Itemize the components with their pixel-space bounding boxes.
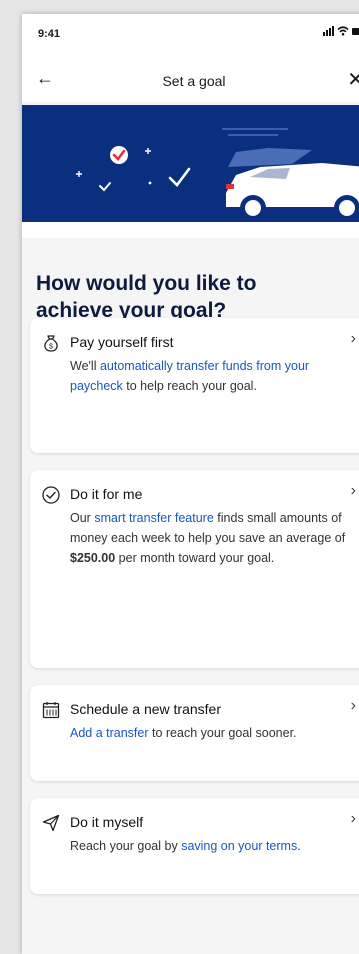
status-icons — [323, 26, 359, 36]
option-card-pay-yourself-first[interactable]: $ Pay yourself first We'll automatically… — [30, 318, 359, 453]
section-heading: How would you like to achieve your goal? — [36, 272, 257, 322]
nav-bar: ← Set a goal ✕ — [22, 58, 359, 102]
status-time: 9:41 — [38, 28, 61, 40]
card-title: Pay yourself first — [70, 334, 174, 350]
status-bar: 9:41 — [22, 14, 359, 58]
svg-text:$: $ — [49, 344, 53, 351]
smart-transfer-link[interactable]: smart transfer feature — [94, 511, 214, 525]
option-card-do-it-myself[interactable]: Do it myself Reach your goal by saving o… — [30, 798, 359, 894]
card-description: Add a transfer to reach your goal sooner… — [70, 723, 350, 743]
desc-text: to reach your goal sooner. — [148, 726, 297, 740]
check-circle-icon — [42, 486, 60, 504]
chevron-right-icon: › — [350, 697, 356, 714]
hero-banner — [22, 105, 359, 222]
option-card-do-it-for-me[interactable]: Do it for me Our smart transfer feature … — [30, 470, 359, 668]
card-title: Schedule a new transfer — [70, 701, 221, 717]
desc-text: to help reach your goal. — [122, 379, 257, 393]
card-title: Do it for me — [70, 486, 143, 502]
desc-text: per month toward your goal. — [115, 551, 275, 565]
battery-icon — [352, 28, 359, 35]
card-description: We'll automatically transfer funds from … — [70, 356, 350, 396]
calendar-icon — [42, 702, 60, 719]
car-goal-illustration — [76, 128, 359, 221]
add-transfer-link[interactable]: Add a transfer — [70, 726, 149, 740]
average-amount: $250.00 — [70, 551, 116, 565]
hero-divider — [22, 222, 359, 238]
page-title: Set a goal — [162, 73, 226, 89]
wifi-icon — [337, 26, 349, 36]
close-icon[interactable]: ✕ — [347, 67, 359, 92]
card-description: Reach your goal by saving on your terms. — [70, 836, 350, 856]
card-description: Our smart transfer feature finds small a… — [70, 508, 350, 568]
card-title: Do it myself — [70, 814, 144, 830]
phone-screen: 9:41 ← Set a goal ✕ How would you like t… — [22, 14, 359, 954]
desc-text: We'll — [70, 359, 100, 373]
desc-text: Reach your goal by — [70, 839, 182, 853]
desc-text: . — [297, 839, 301, 853]
chevron-right-icon: › — [350, 330, 356, 347]
saving-terms-link[interactable]: saving on your terms — [181, 839, 297, 853]
chevron-right-icon: › — [350, 482, 356, 499]
option-card-schedule-transfer[interactable]: Schedule a new transfer Add a transfer t… — [30, 685, 359, 781]
chevron-right-icon: › — [350, 810, 356, 827]
money-bag-icon: $ — [44, 335, 58, 352]
desc-text: Our — [70, 511, 95, 525]
signal-icon — [323, 26, 334, 36]
paper-plane-icon — [42, 814, 60, 832]
